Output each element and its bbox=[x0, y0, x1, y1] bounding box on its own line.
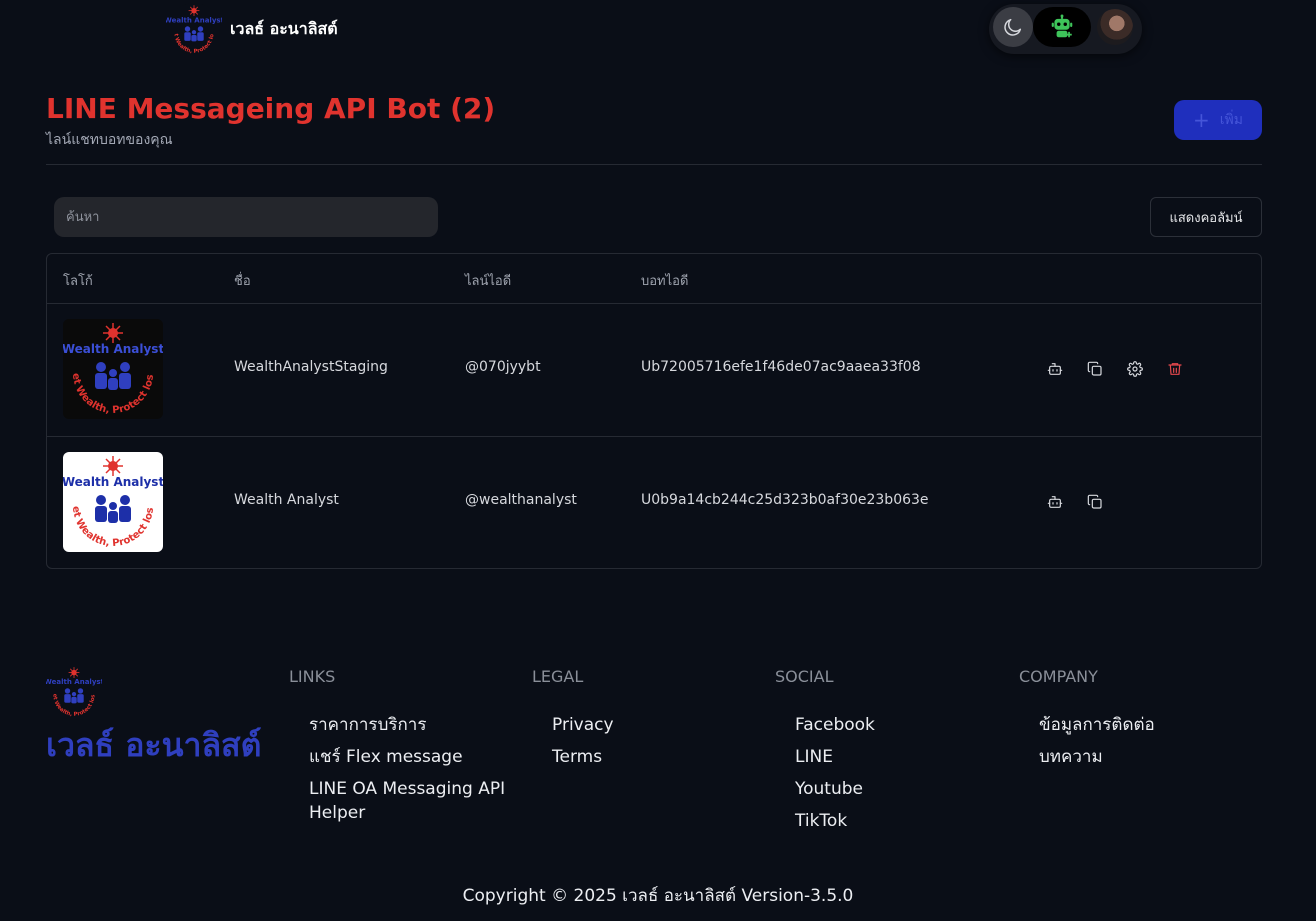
footer-link-tiktok[interactable]: TikTok bbox=[795, 809, 995, 833]
copy-icon bbox=[1087, 494, 1102, 509]
column-header-bot-id[interactable]: บอทไอดี bbox=[641, 270, 688, 291]
copy-button[interactable] bbox=[1085, 492, 1105, 512]
footer-company-list: ข้อมูลการติดต่อ บทความ bbox=[1039, 713, 1259, 769]
footer-legal-list: Privacy Terms bbox=[552, 713, 752, 769]
bot-logo-text-top: Wealth Analyst bbox=[63, 342, 163, 356]
brand-logo-text-top: Wealth Analyst bbox=[166, 16, 222, 25]
user-avatar[interactable] bbox=[1097, 9, 1133, 45]
open-bot-button[interactable] bbox=[1045, 359, 1065, 379]
footer-heading-legal: LEGAL bbox=[532, 667, 584, 686]
line-id: @070jyybt bbox=[465, 359, 541, 375]
brand-name: เวลธ์ อะนาลิสต์ bbox=[230, 18, 338, 38]
open-bot-button[interactable] bbox=[1045, 492, 1065, 512]
footer-heading-social: SOCIAL bbox=[775, 667, 834, 686]
brand-logo: Wealth Analyst Get Wealth, Protect loss. bbox=[166, 2, 222, 55]
bot-name: Wealth Analyst bbox=[234, 492, 339, 508]
bot-logo-text-top: Wealth Analyst bbox=[63, 475, 163, 489]
moon-icon bbox=[1004, 18, 1022, 36]
bot-logo: Wealth Analyst Get Wealth, Protect loss. bbox=[63, 452, 163, 552]
copy-button[interactable] bbox=[1085, 359, 1105, 379]
column-header-name[interactable]: ชื่อ bbox=[234, 270, 251, 291]
footer-social-list: Facebook LINE Youtube TikTok bbox=[795, 713, 995, 833]
bots-table: โลโก้ ชื่อ ไลน์ไอดี บอทไอดี Wealth Analy… bbox=[46, 253, 1262, 569]
bot-icon bbox=[1047, 363, 1063, 375]
show-columns-button[interactable]: แสดงคอลัมน์ bbox=[1150, 197, 1262, 237]
bot-icon bbox=[1047, 496, 1063, 508]
bot-id: Ub72005716efe1f46de07ac9aaea33f08 bbox=[641, 359, 921, 375]
table-header: โลโก้ ชื่อ ไลน์ไอดี บอทไอดี bbox=[47, 254, 1261, 304]
footer-logo: Wealth Analyst Get Wealth, Protect loss. bbox=[46, 665, 102, 718]
column-header-line-id[interactable]: ไลน์ไอดี bbox=[465, 270, 511, 291]
settings-button[interactable] bbox=[1125, 359, 1145, 379]
add-bot-button[interactable] bbox=[1033, 7, 1091, 47]
search-input[interactable] bbox=[54, 197, 438, 237]
divider bbox=[46, 164, 1262, 165]
add-button[interactable]: + เพิ่ม bbox=[1174, 100, 1262, 140]
bot-id: U0b9a14cb244c25d323b0af30e23b063e bbox=[641, 492, 929, 508]
footer-links-list: ราคาการบริการ แชร์ Flex message LINE OA … bbox=[309, 713, 509, 825]
brand[interactable]: Wealth Analyst Get Wealth, Protect loss.… bbox=[166, 2, 338, 56]
footer-link-terms[interactable]: Terms bbox=[552, 745, 752, 769]
footer-logo-text-top: Wealth Analyst bbox=[46, 677, 102, 686]
settings-icon bbox=[1127, 361, 1143, 377]
column-header-logo[interactable]: โลโก้ bbox=[63, 270, 93, 291]
copyright: Copyright © 2025 เวลธ์ อะนาลิสต์ Version… bbox=[462, 886, 854, 906]
footer-link-facebook[interactable]: Facebook bbox=[795, 713, 995, 737]
footer-link-line[interactable]: LINE bbox=[795, 745, 995, 769]
plus-icon: + bbox=[1192, 108, 1210, 132]
add-button-label: เพิ่ม bbox=[1219, 112, 1243, 128]
bot-add-icon bbox=[1051, 14, 1073, 38]
page-title: LINE Messageing API Bot (2) bbox=[46, 92, 496, 125]
table-row[interactable]: Wealth Analyst Get Wealth, Protect loss.… bbox=[47, 436, 1261, 568]
footer-link-contact[interactable]: ข้อมูลการติดต่อ bbox=[1039, 713, 1259, 737]
bot-name: WealthAnalystStaging bbox=[234, 359, 388, 375]
trash-icon bbox=[1168, 363, 1182, 375]
bot-logo: Wealth Analyst Get Wealth, Protect loss. bbox=[63, 319, 163, 419]
page-subtitle: ไลน์แชทบอทของคุณ bbox=[46, 132, 173, 148]
footer-link-articles[interactable]: บทความ bbox=[1039, 745, 1259, 769]
line-id: @wealthanalyst bbox=[465, 492, 577, 508]
copy-icon bbox=[1087, 361, 1102, 376]
footer-link-privacy[interactable]: Privacy bbox=[552, 713, 752, 737]
footer-link-youtube[interactable]: Youtube bbox=[795, 777, 995, 801]
footer-link-pricing[interactable]: ราคาการบริการ bbox=[309, 713, 509, 737]
footer-link-share-flex[interactable]: แชร์ Flex message bbox=[309, 745, 509, 769]
table-row[interactable]: Wealth Analyst Get Wealth, Protect loss.… bbox=[47, 303, 1261, 437]
footer-heading-links: LINKS bbox=[289, 667, 336, 686]
footer-brand-name: เวลธ์ อะนาลิสต์ bbox=[46, 726, 262, 764]
footer-link-api-helper[interactable]: LINE OA Messaging API Helper bbox=[309, 777, 509, 825]
theme-toggle-button[interactable] bbox=[993, 7, 1033, 47]
delete-button[interactable] bbox=[1165, 359, 1185, 379]
header-actions bbox=[989, 4, 1142, 54]
footer-heading-company: COMPANY bbox=[1019, 667, 1098, 686]
